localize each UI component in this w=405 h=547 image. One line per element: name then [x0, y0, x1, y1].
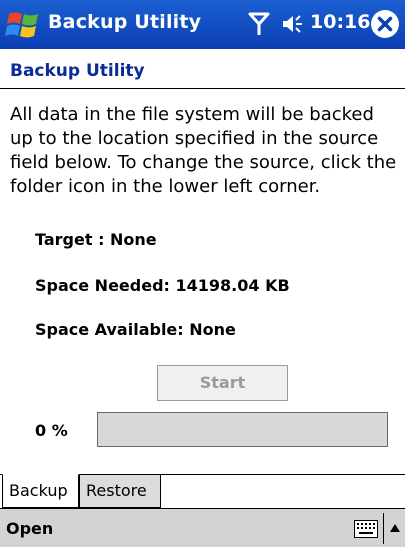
tab-backup[interactable]: Backup — [2, 474, 79, 508]
tab-restore[interactable]: Restore — [79, 474, 161, 508]
keyboard-icon[interactable] — [354, 520, 378, 538]
close-icon[interactable] — [371, 10, 399, 38]
volume-icon[interactable] — [281, 13, 305, 35]
page-header: Backup Utility — [0, 49, 405, 89]
signal-icon[interactable] — [248, 12, 270, 36]
progress-bar — [97, 412, 388, 447]
clock[interactable]: 10:16 — [310, 11, 370, 33]
sip-divider — [383, 513, 384, 544]
tab-strip: Backup Restore — [0, 474, 405, 508]
space-needed-label: Space Needed: 14198.04 KB — [35, 276, 290, 295]
progress-percent-label: 0 % — [35, 421, 68, 440]
page-title: Backup Utility — [10, 61, 145, 81]
start-button[interactable]: Start — [157, 365, 288, 401]
title-bar: Backup Utility 10:16 — [0, 0, 405, 49]
app-title[interactable]: Backup Utility — [48, 11, 201, 33]
description-text: All data in the file system will be back… — [10, 104, 397, 197]
arrow-up-icon[interactable] — [389, 523, 401, 533]
space-available-label: Space Available: None — [35, 320, 236, 339]
command-bar: Open — [0, 508, 405, 547]
target-label: Target : None — [35, 230, 157, 249]
open-menu[interactable]: Open — [6, 519, 53, 538]
windows-logo-icon[interactable] — [5, 8, 43, 42]
